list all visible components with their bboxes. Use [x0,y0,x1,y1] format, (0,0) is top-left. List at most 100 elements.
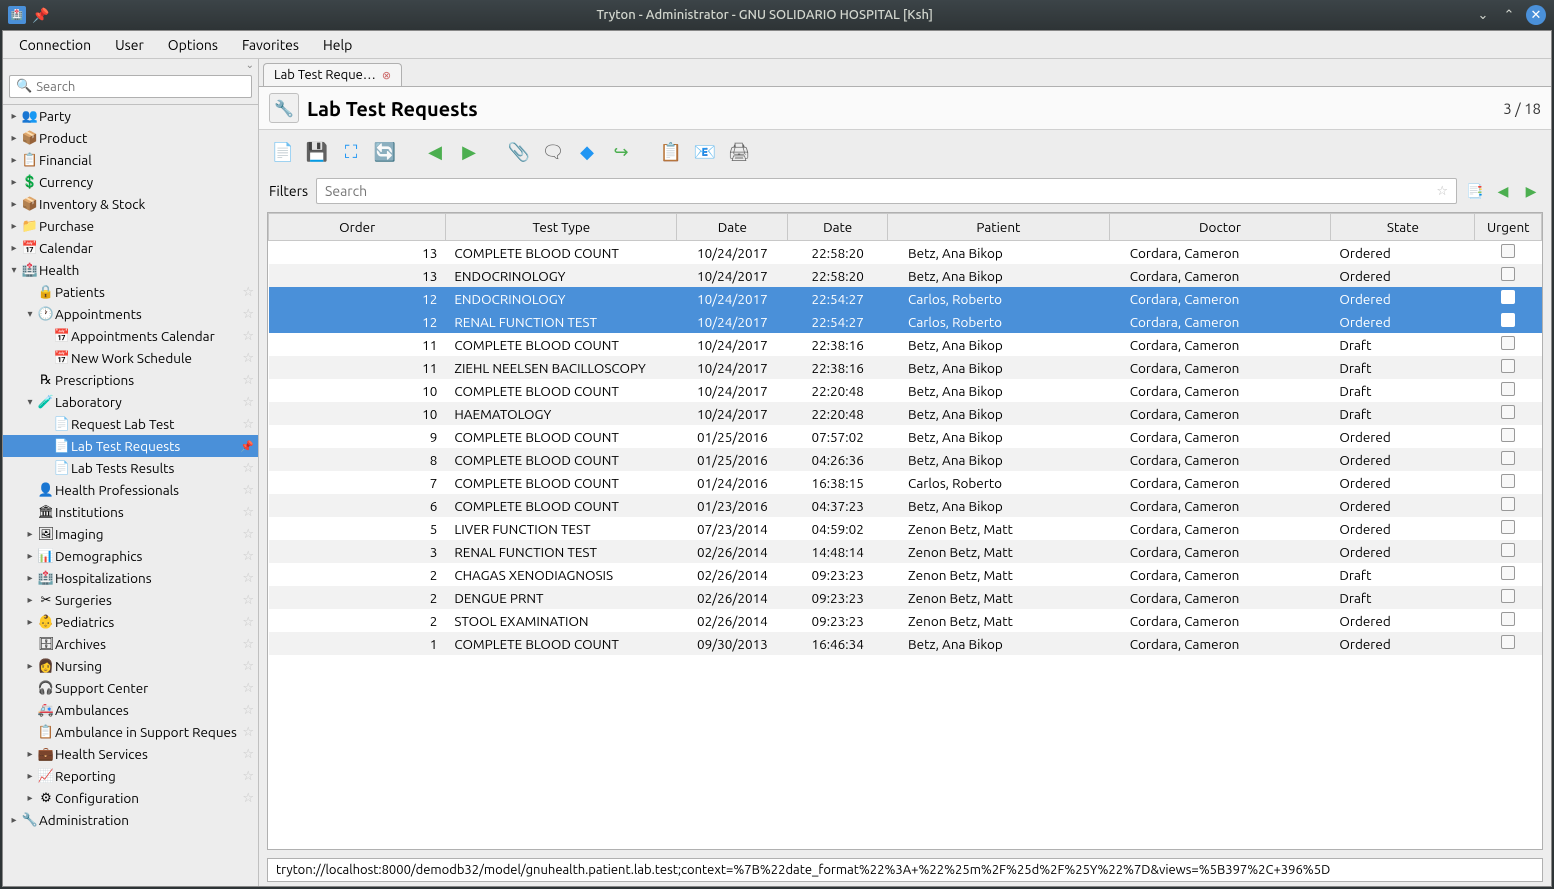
favorite-icon[interactable]: ☆ [242,593,254,608]
checkbox-icon[interactable] [1501,244,1515,258]
maximize-icon[interactable]: ⌃ [1500,6,1518,24]
favorite-icon[interactable]: ☆ [242,637,254,652]
email-icon[interactable]: 📧 [691,138,719,166]
sidebar-item-inventory-stock[interactable]: ▸📦Inventory & Stock [3,193,258,215]
expander-icon[interactable]: ▸ [7,154,21,166]
favorite-icon[interactable]: ☆ [242,461,254,476]
menu-help[interactable]: Help [311,33,364,57]
col-order[interactable]: Order [269,214,446,241]
sidebar-item-imaging[interactable]: ▸🖼Imaging☆ [3,523,258,545]
filter-prev-icon[interactable]: ◀ [1493,183,1513,200]
expander-icon[interactable]: ▾ [23,308,37,320]
table-row[interactable]: 12RENAL FUNCTION TEST10/24/201722:54:27C… [269,310,1542,333]
expander-icon[interactable]: ▸ [7,220,21,232]
favorite-icon[interactable]: ☆ [242,351,254,366]
favorite-icon[interactable]: ☆ [242,307,254,322]
sidebar-item-demographics[interactable]: ▸📊Demographics☆ [3,545,258,567]
print-icon[interactable]: 🖨 [725,138,753,166]
expander-icon[interactable]: ▸ [23,594,37,606]
sidebar-item-request-lab-test[interactable]: 📄Request Lab Test☆ [3,413,258,435]
report-icon[interactable]: 📋 [657,138,685,166]
sidebar-item-health[interactable]: ▾🏥Health [3,259,258,281]
expander-icon[interactable]: ▸ [23,616,37,628]
col-date[interactable]: Date [677,214,788,241]
sidebar-item-appointments-calendar[interactable]: 📅Appointments Calendar☆ [3,325,258,347]
expander-icon[interactable]: ▸ [7,176,21,188]
bookmark-icon[interactable]: ☆ [1436,184,1448,199]
favorite-icon[interactable]: ☆ [242,703,254,718]
sidebar-item-new-work-schedule[interactable]: 📅New Work Schedule☆ [3,347,258,369]
favorite-icon[interactable]: ☆ [242,285,254,300]
sidebar-item-appointments[interactable]: ▾🕐Appointments☆ [3,303,258,325]
checkbox-icon[interactable] [1501,497,1515,511]
expander-icon[interactable]: ▸ [23,660,37,672]
favorite-icon[interactable]: ☆ [242,747,254,762]
sidebar-item-prescriptions[interactable]: ℞Prescriptions☆ [3,369,258,391]
previous-icon[interactable]: ◀ [421,138,449,166]
favorite-icon[interactable]: ☆ [242,791,254,806]
checkbox-icon[interactable] [1501,405,1515,419]
filter-input[interactable] [325,183,1436,199]
expander-icon[interactable]: ▸ [7,198,21,210]
sidebar-item-ambulance-in-support-reques[interactable]: 📋Ambulance in Support Reques☆ [3,721,258,743]
table-row[interactable]: 10COMPLETE BLOOD COUNT10/24/201722:20:48… [269,379,1542,402]
table-row[interactable]: 10HAEMATOLOGY10/24/201722:20:48Betz, Ana… [269,402,1542,425]
checkbox-icon[interactable] [1501,267,1515,281]
cell-urgent[interactable] [1475,517,1542,540]
favorite-icon[interactable]: ☆ [242,483,254,498]
sidebar-item-surgeries[interactable]: ▸✂Surgeries☆ [3,589,258,611]
checkbox-icon[interactable] [1501,359,1515,373]
menu-options[interactable]: Options [156,33,230,57]
favorite-icon[interactable]: ☆ [242,329,254,344]
sidebar-item-configuration[interactable]: ▸⚙Configuration☆ [3,787,258,809]
cell-urgent[interactable] [1475,609,1542,632]
cell-urgent[interactable] [1475,540,1542,563]
menu-connection[interactable]: Connection [7,33,103,57]
cell-urgent[interactable] [1475,264,1542,287]
table-row[interactable]: 8COMPLETE BLOOD COUNT01/25/201604:26:36B… [269,448,1542,471]
filter-next-icon[interactable]: ▶ [1521,183,1541,200]
sidebar-item-lab-test-requests[interactable]: 📄Lab Test Requests📌 [3,435,258,457]
cell-urgent[interactable] [1475,425,1542,448]
col-date[interactable]: Date [788,214,888,241]
table-row[interactable]: 5LIVER FUNCTION TEST07/23/201404:59:02Ze… [269,517,1542,540]
sidebar-item-currency[interactable]: ▸💲Currency [3,171,258,193]
sidebar-item-laboratory[interactable]: ▾🧪Laboratory☆ [3,391,258,413]
cell-urgent[interactable] [1475,632,1542,655]
sidebar-item-reporting[interactable]: ▸📈Reporting☆ [3,765,258,787]
favorite-icon[interactable]: ☆ [242,505,254,520]
col-test-type[interactable]: Test Type [446,214,677,241]
checkbox-icon[interactable] [1501,451,1515,465]
sidebar-item-health-professionals[interactable]: 👤Health Professionals☆ [3,479,258,501]
sidebar-item-product[interactable]: ▸📦Product [3,127,258,149]
cell-urgent[interactable] [1475,333,1542,356]
sidebar-item-financial[interactable]: ▸📋Financial [3,149,258,171]
table-row[interactable]: 11ZIEHL NEELSEN BACILLOSCOPY10/24/201722… [269,356,1542,379]
checkbox-icon[interactable] [1501,474,1515,488]
checkbox-icon[interactable] [1501,520,1515,534]
checkbox-icon[interactable] [1501,635,1515,649]
favorite-icon[interactable]: ☆ [242,659,254,674]
checkbox-icon[interactable] [1501,566,1515,580]
expander-icon[interactable]: ▸ [23,572,37,584]
filter-input-wrapper[interactable]: ☆ [316,178,1457,204]
favorite-icon[interactable]: ☆ [242,615,254,630]
expander-icon[interactable]: ▸ [7,110,21,122]
col-state[interactable]: State [1331,214,1475,241]
sidebar-item-institutions[interactable]: 🏛Institutions☆ [3,501,258,523]
checkbox-icon[interactable] [1501,290,1515,304]
checkbox-icon[interactable] [1501,336,1515,350]
menu-favorites[interactable]: Favorites [230,33,311,57]
table-row[interactable]: 11COMPLETE BLOOD COUNT10/24/201722:38:16… [269,333,1542,356]
expander-icon[interactable]: ▾ [23,396,37,408]
expander-icon[interactable]: ▸ [23,528,37,540]
table-row[interactable]: 12ENDOCRINOLOGY10/24/201722:54:27Carlos,… [269,287,1542,310]
expander-icon[interactable]: ▸ [7,132,21,144]
next-icon[interactable]: ▶ [455,138,483,166]
favorite-icon[interactable]: ☆ [242,549,254,564]
sidebar-item-ambulances[interactable]: 🚑Ambulances☆ [3,699,258,721]
favorite-icon[interactable]: ☆ [242,417,254,432]
sidebar-search-input[interactable] [36,80,245,94]
sidebar-item-purchase[interactable]: ▸📁Purchase [3,215,258,237]
expander-icon[interactable]: ▸ [7,814,21,826]
